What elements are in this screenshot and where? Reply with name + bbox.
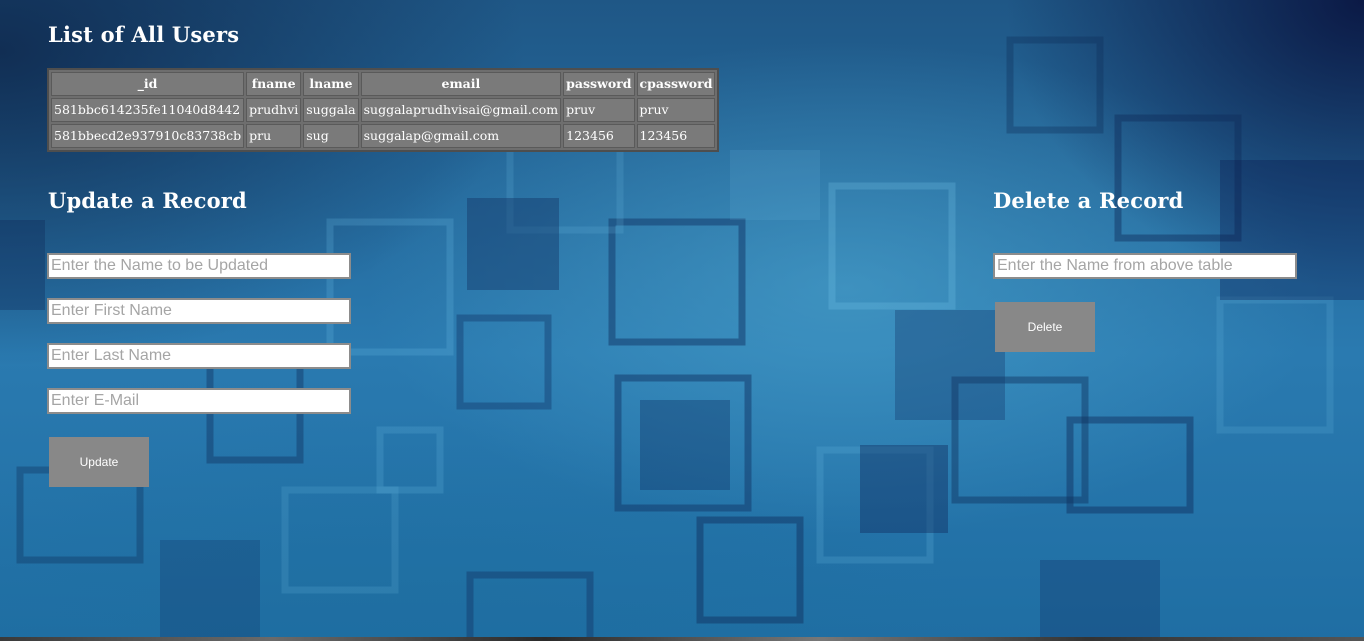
cell-fname: prudhvi xyxy=(246,98,302,122)
cell-lname: suggala xyxy=(303,98,359,122)
column-header-fname: fname xyxy=(246,72,302,96)
column-header-cpassword: cpassword xyxy=(636,72,716,96)
cell-password: pruv xyxy=(563,98,635,122)
cell-id: 581bbecd2e937910c83738cb xyxy=(51,124,245,148)
cell-cpassword: 123456 xyxy=(636,124,716,148)
column-header-id: _id xyxy=(51,72,245,96)
cell-lname: sug xyxy=(303,124,359,148)
users-table: _id fname lname email password cpassword… xyxy=(47,68,720,152)
column-header-email: email xyxy=(360,72,562,96)
users-list-title: List of All Users xyxy=(48,22,240,47)
cell-email: suggalap@gmail.com xyxy=(360,124,562,148)
delete-record-title: Delete a Record xyxy=(993,188,1184,213)
column-header-password: password xyxy=(563,72,635,96)
cell-id: 581bbc614235fe11040d8442 xyxy=(51,98,245,122)
email-input[interactable] xyxy=(47,388,351,414)
table-row: 581bbecd2e937910c83738cb pru sug suggala… xyxy=(51,124,716,148)
cell-email: suggalaprudhvisai@gmail.com xyxy=(360,98,562,122)
bottom-edge-strip xyxy=(0,637,1364,641)
table-row: 581bbc614235fe11040d8442 prudhvi suggala… xyxy=(51,98,716,122)
update-name-input[interactable] xyxy=(47,253,351,279)
delete-name-input[interactable] xyxy=(993,253,1297,279)
column-header-lname: lname xyxy=(303,72,359,96)
cell-password: 123456 xyxy=(563,124,635,148)
first-name-input[interactable] xyxy=(47,298,351,324)
cell-fname: pru xyxy=(246,124,302,148)
last-name-input[interactable] xyxy=(47,343,351,369)
cell-cpassword: pruv xyxy=(636,98,716,122)
table-header-row: _id fname lname email password cpassword xyxy=(51,72,716,96)
update-record-title: Update a Record xyxy=(48,188,247,213)
update-button[interactable]: Update xyxy=(49,437,149,487)
delete-button[interactable]: Delete xyxy=(995,302,1095,352)
